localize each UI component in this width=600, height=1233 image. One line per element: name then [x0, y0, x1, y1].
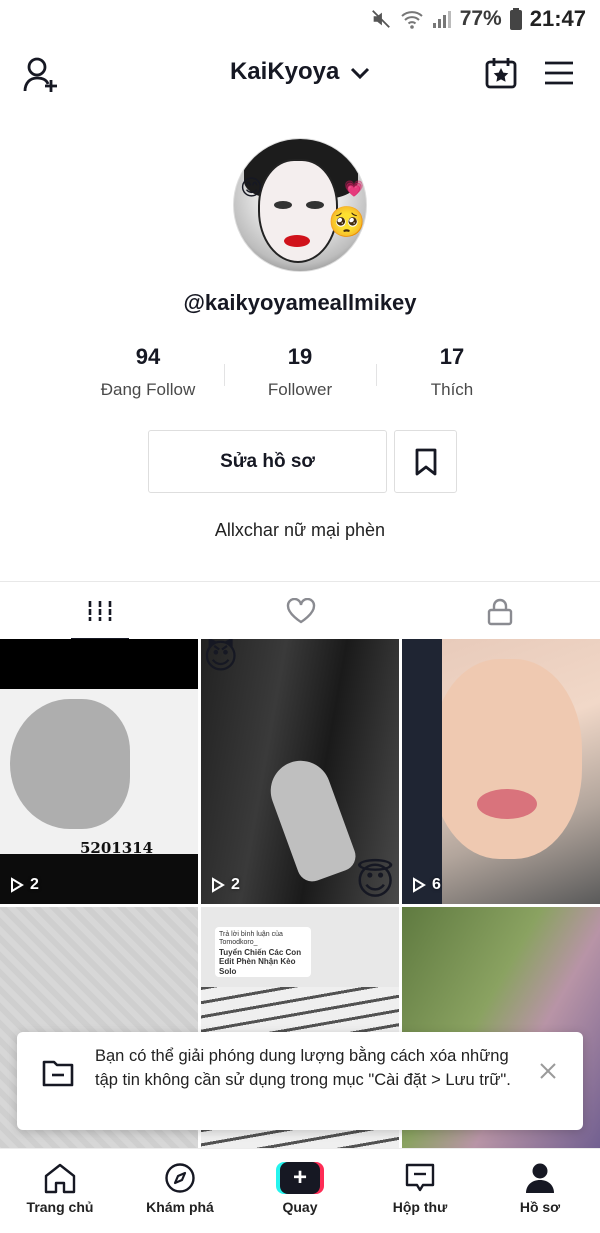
devil-emoji-icon: 😈 [203, 639, 239, 676]
avatar-eye [274, 201, 292, 209]
likes-label: Thích [430, 380, 474, 399]
wifi-icon [401, 11, 423, 29]
avatar-lips [284, 235, 310, 247]
tab-liked[interactable] [200, 582, 400, 640]
nav-discover[interactable]: Khám phá [120, 1161, 240, 1215]
followers-stat[interactable]: 19 Follower [224, 344, 376, 408]
following-stat[interactable]: 94 Đang Follow [72, 344, 224, 408]
followers-label: Follower [267, 380, 333, 399]
heart-icon [286, 598, 316, 624]
following-label: Đang Follow [100, 380, 196, 399]
nav-home[interactable]: Trang chủ [0, 1161, 120, 1215]
nav-home-label: Trang chủ [26, 1199, 94, 1215]
play-icon [11, 877, 24, 893]
video-thumbnail[interactable]: 6 [402, 639, 600, 904]
mute-icon [371, 10, 390, 28]
view-count-value: 2 [30, 876, 39, 893]
smile-emoji-icon: 😊 [240, 175, 263, 200]
view-count-value: 6 [432, 876, 441, 893]
likes-count: 17 [439, 344, 465, 369]
menu-button[interactable] [543, 58, 575, 88]
thumbnail-art [432, 659, 582, 859]
view-count-value: 2 [231, 876, 240, 893]
video-thumbnail[interactable]: 😈 😇 2 [201, 639, 399, 904]
profile-header: KaiKyoya [0, 48, 600, 100]
nav-create-label: Quay [282, 1199, 318, 1215]
nav-create[interactable]: + Quay [240, 1161, 360, 1215]
nav-inbox[interactable]: Hộp thư [360, 1161, 480, 1215]
profile-stats: 94 Đang Follow 19 Follower 17 Thích [72, 344, 528, 408]
profile-avatar[interactable]: 😊 🥺 💗 [233, 138, 367, 272]
nav-discover-label: Khám phá [146, 1199, 214, 1215]
compass-icon [165, 1163, 195, 1193]
likes-stat[interactable]: 17 Thích [376, 344, 528, 408]
profile-icon [526, 1163, 554, 1193]
creator-calendar-button[interactable] [484, 56, 518, 90]
close-icon[interactable] [539, 1062, 557, 1080]
chevron-down-icon [350, 67, 370, 79]
thumbnail-overlay-text: 5201314 [80, 839, 154, 857]
profile-handle: @kaikyoyameallmikey [183, 290, 417, 315]
following-count: 94 [135, 344, 161, 369]
heart-emoji-icon: 💗 [344, 181, 364, 198]
inbox-icon [405, 1163, 435, 1192]
play-icon [212, 877, 225, 893]
followers-count: 19 [287, 344, 313, 369]
angel-emoji-icon: 😇 [355, 861, 395, 903]
thumbnail-art [10, 699, 130, 829]
calendar-star-icon [485, 58, 517, 89]
home-icon [44, 1163, 76, 1194]
thumbnail-art [477, 789, 537, 819]
grid-icon [88, 601, 112, 621]
play-icon [413, 877, 426, 893]
clock: 21:47 [529, 6, 586, 31]
status-indicators: 77% 21:47 [370, 6, 586, 32]
tab-videos[interactable] [0, 582, 200, 640]
create-button: + [276, 1162, 324, 1194]
video-thumbnail[interactable]: 5201314 2 [0, 639, 198, 904]
thumbnail-art [262, 752, 360, 886]
battery-icon [509, 8, 522, 30]
nav-profile[interactable]: Hồ sơ [480, 1161, 600, 1215]
profile-bio: Allxchar nữ mại phèn [214, 520, 386, 540]
storage-toast: Bạn có thể giải phóng dung lượng bằng cá… [17, 1032, 583, 1130]
lock-icon [487, 598, 513, 626]
nav-inbox-label: Hộp thư [392, 1199, 448, 1215]
folder-icon [42, 1060, 74, 1087]
content-tabs [0, 581, 600, 640]
battery-percent: 77% [459, 7, 502, 30]
status-bar: 77% 21:47 [0, 0, 600, 38]
bottom-navigation: Trang chủ Khám phá + Quay Hộp thư Hồ sơ [0, 1148, 600, 1233]
thumbnail-art [402, 639, 442, 904]
sticker-title: Tuyển Chiến Các Con Edit Phèn Nhận Kèo S… [219, 947, 302, 976]
signal-icon [432, 11, 451, 28]
tab-private[interactable] [400, 582, 600, 640]
pleading-emoji-icon: 🥺 [328, 206, 366, 239]
sticker-caption: Trả lời bình luận của Tomodkoro_ [219, 931, 283, 947]
avatar-eye [306, 201, 324, 209]
avatar-face [258, 159, 338, 263]
comment-reply-sticker: Trả lời bình luận của Tomodkoro_ Tuyển C… [215, 927, 311, 977]
account-name: KaiKyoya [229, 58, 340, 85]
bookmark-icon [415, 448, 437, 476]
nav-profile-label: Hồ sơ [519, 1199, 561, 1215]
menu-icon [545, 61, 573, 85]
toast-message: Bạn có thể giải phóng dung lượng bằng cá… [95, 1047, 511, 1089]
view-count: 2 [211, 876, 240, 894]
favorites-button[interactable] [394, 430, 457, 493]
view-count: 2 [10, 876, 39, 894]
plus-icon: + [280, 1162, 320, 1194]
edit-profile-button[interactable]: Sửa hồ sơ [148, 430, 387, 493]
view-count: 6 [412, 876, 441, 894]
